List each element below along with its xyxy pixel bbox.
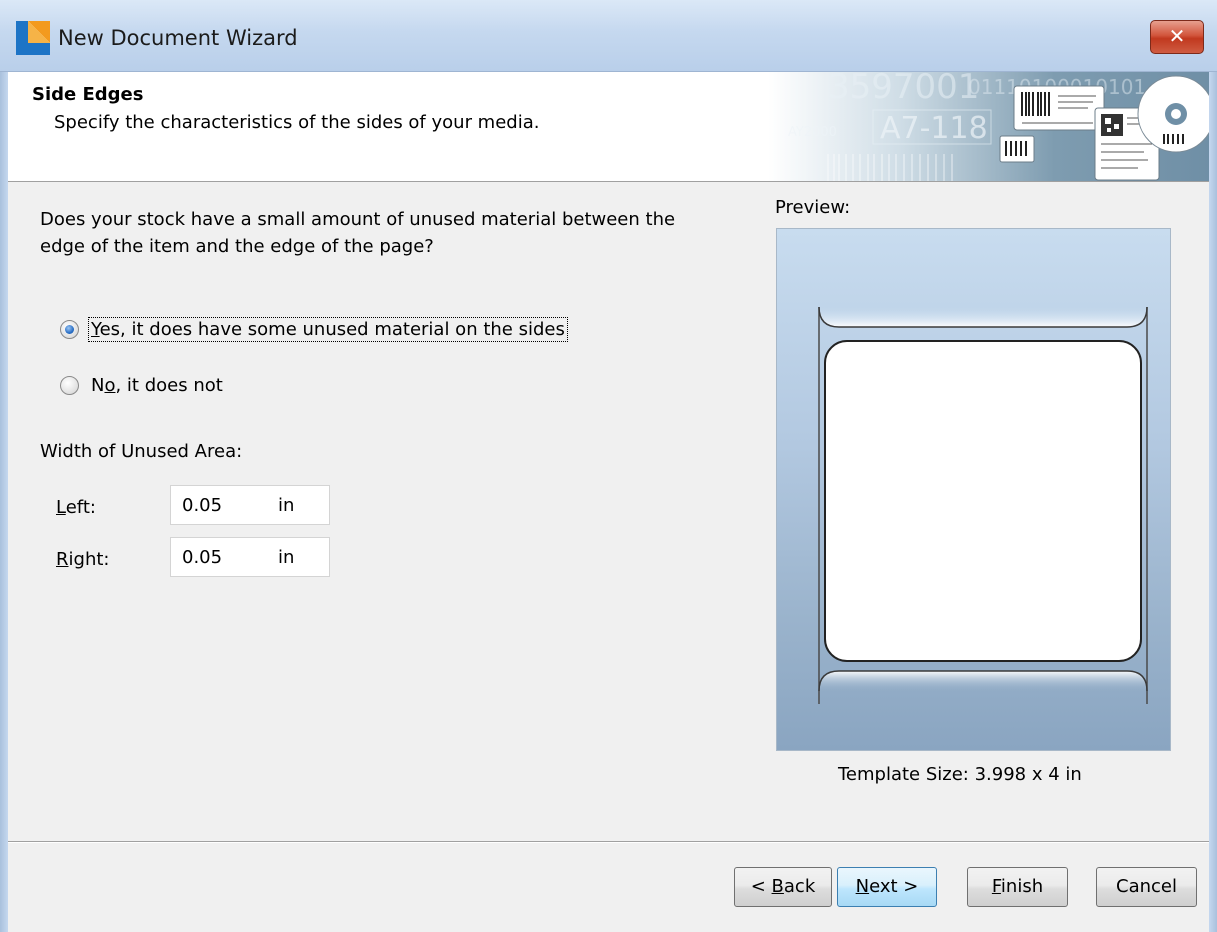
option-no-text-1: N [91,375,105,396]
window-frame-right [1209,72,1217,932]
right-width-input[interactable]: 0.05 in [170,537,330,577]
finish-mnemonic: F [991,876,1001,897]
header-banner-image: 3597001 01110100010101 A7-118 AY2000 010… [768,72,1209,181]
right-mnemonic: R [56,549,69,570]
preview-label: Preview: [775,197,851,218]
banner-small-text: AY2000 [788,125,837,140]
right-label-rest: ight: [68,549,110,570]
wizard-header: Side Edges Specify the characteristics o… [8,72,1209,182]
radio-yes[interactable] [60,320,79,339]
option-yes-mnemonic: Y [91,319,100,340]
label-preview-graphic [818,306,1148,704]
question-text: Does your stock have a small amount of u… [40,209,676,257]
back-button[interactable]: < Back [734,867,832,907]
option-no[interactable]: No, it does not [60,374,225,397]
left-width-input[interactable]: 0.05 in [170,485,330,525]
back-rest: ack [783,876,816,897]
next-mnemonic: N [855,876,870,897]
finish-rest: inish [1000,876,1044,897]
footer-divider [8,841,1209,843]
app-logo-icon [16,21,50,55]
right-label: Right: [56,549,109,570]
page-subtitle: Specify the characteristics of the sides… [54,112,540,133]
cancel-button[interactable]: Cancel [1096,867,1197,907]
option-yes-label[interactable]: Yes, it does have some unused material o… [88,317,568,342]
right-width-unit: in [278,547,295,568]
finish-button[interactable]: Finish [967,867,1068,907]
banner-text-large: 3597001 [828,72,979,107]
back-prefix: < [750,876,772,897]
template-size: Template Size: 3.998 x 4 in [838,764,1082,785]
unused-area-heading: Width of Unused Area: [40,441,243,462]
left-mnemonic: L [56,497,66,518]
back-mnemonic: B [771,876,784,897]
left-width-value: 0.05 [182,495,223,516]
close-button[interactable]: ✕ [1150,20,1204,54]
banner-graphic: 3597001 01110100010101 A7-118 AY2000 010… [788,72,1209,181]
page-title: Side Edges [32,84,144,105]
window-frame-left [0,72,8,932]
banner-code: A7-118 [880,111,988,146]
right-width-value: 0.05 [182,547,223,568]
left-label-rest: eft: [65,497,96,518]
left-label: Left: [56,497,96,518]
window-title: New Document Wizard [58,26,298,50]
option-no-mnemonic: o [104,375,116,396]
wizard-window: New Document Wizard ✕ Side Edges Specify… [0,0,1217,932]
left-width-unit: in [278,495,295,516]
option-yes-text: es, it does have some unused material on… [99,319,565,340]
next-rest: ext > [869,876,919,897]
title-bar: New Document Wizard ✕ [0,0,1217,72]
label-preview [776,228,1171,751]
radio-no[interactable] [60,376,79,395]
option-yes[interactable]: Yes, it does have some unused material o… [60,317,568,342]
option-no-label[interactable]: No, it does not [89,374,225,397]
option-no-text-2: , it does not [115,375,223,396]
next-button[interactable]: Next > [837,867,937,907]
